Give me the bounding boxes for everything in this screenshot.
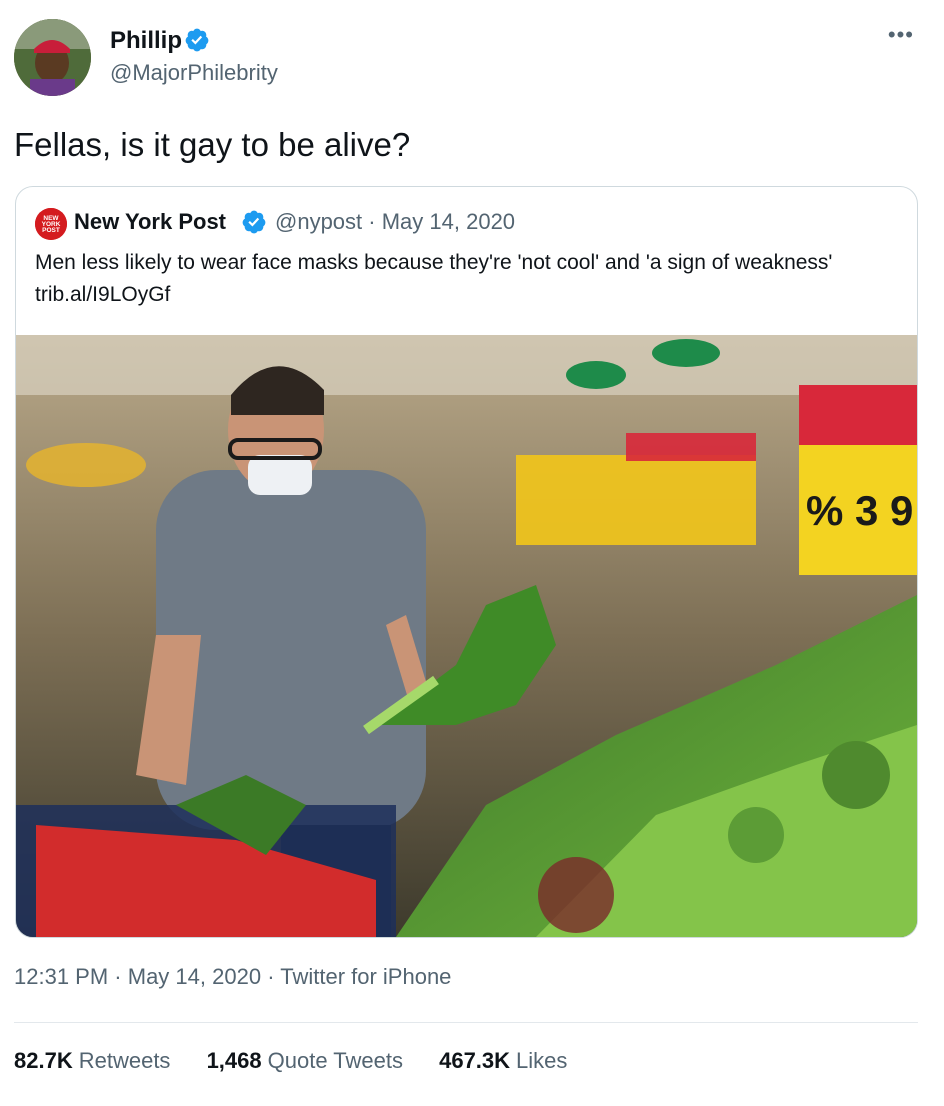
retweets-label: Retweets — [78, 1048, 171, 1073]
verified-badge-icon — [185, 28, 209, 52]
quoted-tweet-card[interactable]: NEW YORK POST New York Post @nypost · Ma… — [15, 186, 918, 938]
quote-tweets-label: Quote Tweets — [267, 1048, 403, 1073]
tweet-source[interactable]: Twitter for iPhone — [280, 964, 451, 989]
tweet-date[interactable]: May 14, 2020 — [128, 964, 261, 989]
likes-label: Likes — [516, 1048, 568, 1073]
quoted-handle[interactable]: @nypost — [275, 209, 362, 234]
tweet-stats: 82.7K Retweets 1,468 Quote Tweets 467.3K Li… — [14, 1048, 597, 1074]
quoted-date[interactable]: May 14, 2020 — [382, 209, 515, 234]
avatar-image — [14, 19, 91, 96]
quoted-display-name[interactable]: New York Post — [74, 209, 226, 235]
retweets-stat[interactable]: 82.7K Retweets — [14, 1048, 170, 1074]
quote-tweets-count: 1,468 — [206, 1048, 262, 1073]
more-horizontal-icon[interactable]: ••• — [888, 22, 914, 48]
timestamp-separator-2: · — [267, 964, 275, 989]
author-handle[interactable]: @MajorPhilebrity — [110, 60, 278, 86]
quoted-verified-badge-icon — [242, 210, 266, 234]
quoted-meta: @nypost · May 14, 2020 — [275, 209, 515, 235]
quoted-tweet-image[interactable]: % 3 9 — [16, 335, 917, 937]
price-sign-text: % 3 9 — [806, 487, 913, 534]
stats-divider — [14, 1022, 918, 1023]
likes-stat[interactable]: 467.3K Likes — [439, 1048, 567, 1074]
tweet-timestamp: 12:31 PM · May 14, 2020 · Twitter for iP… — [14, 964, 451, 990]
retweets-count: 82.7K — [14, 1048, 73, 1073]
tweet-text: Fellas, is it gay to be alive? — [14, 126, 411, 163]
nypost-logo-icon: NEW YORK POST — [35, 208, 67, 240]
likes-count: 467.3K — [439, 1048, 511, 1073]
author-avatar[interactable] — [14, 19, 91, 96]
svg-text:POST: POST — [42, 227, 60, 234]
timestamp-separator-1: · — [114, 964, 122, 989]
tweet-time[interactable]: 12:31 PM — [14, 964, 108, 989]
quoted-tweet-text: Men less likely to wear face masks becau… — [35, 251, 833, 306]
quoted-separator: · — [368, 209, 376, 234]
quote-tweets-stat[interactable]: 1,468 Quote Tweets — [207, 1048, 403, 1074]
author-display-name[interactable]: Phillip — [110, 27, 182, 55]
